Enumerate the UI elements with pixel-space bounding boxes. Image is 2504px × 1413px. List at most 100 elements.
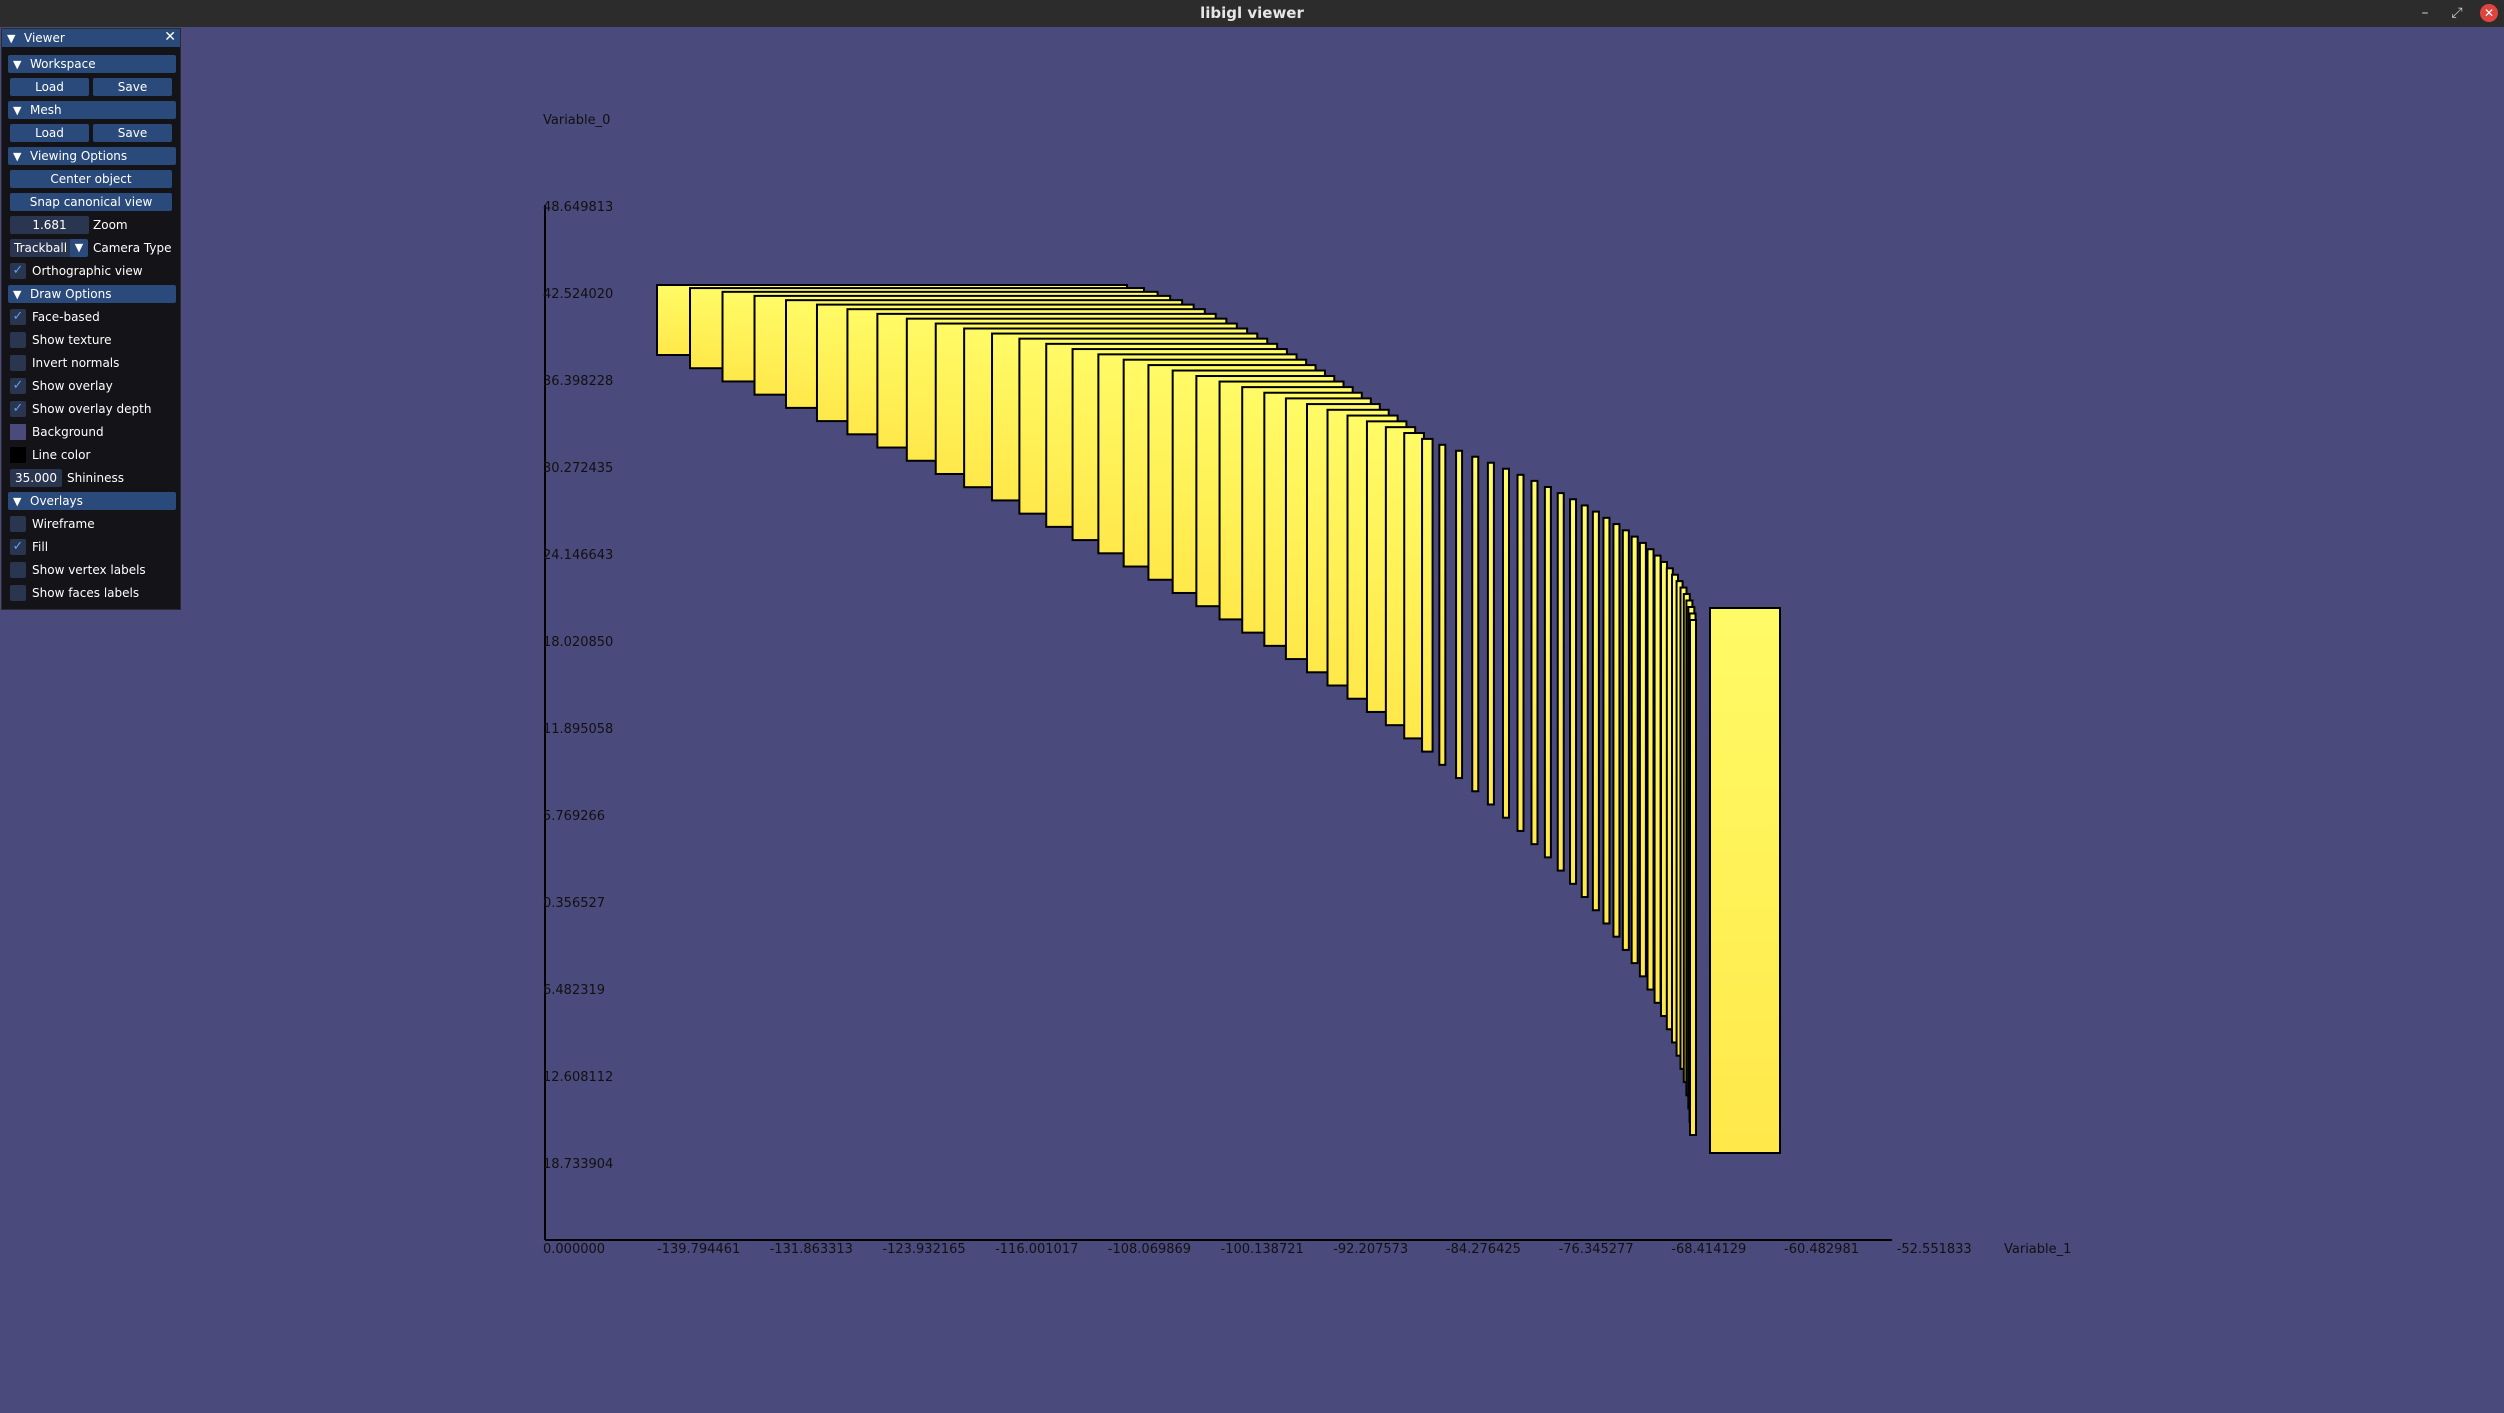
- x-tick-label: -68.414129: [1671, 1242, 1746, 1257]
- section-label: Mesh: [30, 103, 62, 117]
- bar: [1612, 523, 1621, 938]
- zoom-input[interactable]: 1.681: [10, 216, 89, 234]
- show-overlay-depth-checkbox[interactable]: ✓: [10, 401, 26, 417]
- x-tick-label: -52.551833: [1897, 1242, 1972, 1257]
- y-tick-label: 42.524020: [543, 287, 613, 302]
- panel-header[interactable]: ▼ Viewer ✕: [2, 29, 180, 47]
- orthographic-view-checkbox[interactable]: ✓: [10, 263, 26, 279]
- bar: [1403, 432, 1425, 740]
- fill-checkbox[interactable]: ✓: [10, 539, 26, 555]
- section-draw-options[interactable]: ▼ Draw Options: [8, 285, 176, 303]
- workspace-load-button[interactable]: Load: [10, 78, 89, 96]
- bar: [1621, 529, 1630, 951]
- wireframe-checkbox[interactable]: [10, 516, 26, 532]
- x-tick-label: -116.001017: [995, 1242, 1078, 1257]
- bar: [1530, 479, 1539, 846]
- y-tick-label: 30.272435: [543, 461, 613, 476]
- y-tick-label: 11.895058: [543, 722, 613, 737]
- y-tick-label: 18.020850: [543, 635, 613, 650]
- center-object-button[interactable]: Center object: [10, 170, 172, 188]
- close-panel-icon[interactable]: ✕: [164, 29, 176, 45]
- bar: [1709, 607, 1781, 1154]
- y-tick-label: 36.398228: [543, 374, 613, 389]
- x-tick-label: -100.138721: [1221, 1242, 1304, 1257]
- x-tick-label: -139.794461: [657, 1242, 740, 1257]
- x-tick-label: -123.932165: [882, 1242, 965, 1257]
- mesh-save-button[interactable]: Save: [93, 124, 172, 142]
- x-tick-label: -108.069869: [1108, 1242, 1191, 1257]
- y-tick-label: 0.356527: [543, 896, 605, 911]
- section-overlays[interactable]: ▼ Overlays: [8, 492, 176, 510]
- collapse-triangle-icon: ▼: [13, 150, 22, 163]
- show-vertex-labels-label: Show vertex labels: [32, 563, 146, 577]
- bar: [1501, 467, 1510, 819]
- y-axis-title: Variable_0: [543, 113, 610, 128]
- invert-normals-checkbox[interactable]: [10, 355, 26, 371]
- bar: [1516, 473, 1525, 832]
- shininess-input[interactable]: 35.000: [10, 469, 62, 487]
- x-axis-title: Variable_1: [2004, 1242, 2071, 1257]
- background-label: Background: [32, 425, 104, 439]
- show-texture-label: Show texture: [32, 333, 112, 347]
- x-tick-label: -60.482981: [1784, 1242, 1859, 1257]
- viewer-panel: ▼ Viewer ✕ ▼ Workspace Load Save ▼ Mesh …: [1, 28, 181, 610]
- x-tick-label: -131.863313: [770, 1242, 853, 1257]
- y-tick-label: 48.649813: [543, 200, 613, 215]
- fill-label: Fill: [32, 540, 49, 554]
- bar: [1471, 455, 1480, 793]
- wireframe-label: Wireframe: [32, 517, 95, 531]
- face-based-label: Face-based: [32, 310, 100, 324]
- section-label: Overlays: [30, 494, 83, 508]
- bar: [1602, 516, 1611, 925]
- shininess-label: Shininess: [67, 471, 124, 485]
- x-tick-label: -76.345277: [1559, 1242, 1634, 1257]
- workspace-save-button[interactable]: Save: [93, 78, 172, 96]
- show-texture-checkbox[interactable]: [10, 332, 26, 348]
- bar: [1455, 449, 1464, 780]
- line-color-swatch[interactable]: [10, 447, 26, 463]
- bar: [1543, 485, 1552, 859]
- section-workspace[interactable]: ▼ Workspace: [8, 55, 176, 73]
- section-label: Draw Options: [30, 287, 112, 301]
- bar: [1556, 492, 1565, 872]
- show-faces-labels-label: Show faces labels: [32, 586, 140, 600]
- section-viewing-options[interactable]: ▼ Viewing Options: [8, 147, 176, 165]
- camera-type-label: Camera Type: [93, 241, 172, 255]
- zoom-label: Zoom: [93, 218, 128, 232]
- section-label: Workspace: [30, 57, 96, 71]
- bar: [1591, 510, 1600, 912]
- section-label: Viewing Options: [30, 149, 128, 163]
- mesh-load-button[interactable]: Load: [10, 124, 89, 142]
- panel-title: Viewer: [24, 31, 65, 45]
- camera-type-select[interactable]: Trackball: [10, 239, 74, 257]
- origin-tick-label: 0.000000: [543, 1242, 605, 1257]
- y-tick-label: 6.482319: [543, 983, 605, 998]
- collapse-triangle-icon: ▼: [13, 495, 22, 508]
- collapse-triangle-icon: ▼: [13, 288, 22, 301]
- collapse-triangle-icon: ▼: [13, 58, 22, 71]
- show-overlay-depth-label: Show overlay depth: [32, 402, 152, 416]
- bar: [1421, 437, 1434, 753]
- snap-canonical-view-button[interactable]: Snap canonical view: [10, 193, 172, 211]
- section-mesh[interactable]: ▼ Mesh: [8, 101, 176, 119]
- x-tick-label: -84.276425: [1446, 1242, 1521, 1257]
- collapse-triangle-icon[interactable]: ▼: [7, 32, 15, 45]
- bar: [1569, 498, 1578, 885]
- show-faces-labels-checkbox[interactable]: [10, 585, 26, 601]
- show-overlay-checkbox[interactable]: ✓: [10, 378, 26, 394]
- invert-normals-label: Invert normals: [32, 356, 120, 370]
- chevron-down-icon[interactable]: ▼: [70, 239, 88, 257]
- orthographic-view-label: Orthographic view: [32, 264, 143, 278]
- show-vertex-labels-checkbox[interactable]: [10, 562, 26, 578]
- y-tick-label: 12.608112: [543, 1070, 613, 1085]
- bar: [1438, 443, 1447, 766]
- face-based-checkbox[interactable]: ✓: [10, 309, 26, 325]
- bar: [1689, 619, 1697, 1136]
- y-tick-label: 18.733904: [543, 1157, 613, 1172]
- background-color-swatch[interactable]: [10, 424, 26, 440]
- bar: [1653, 554, 1662, 1004]
- show-overlay-label: Show overlay: [32, 379, 113, 393]
- plot-canvas[interactable]: Variable_0 Variable_1 48.649813 42.524020 36…: [0, 0, 2504, 1413]
- line-color-label: Line color: [32, 448, 91, 462]
- bar: [1486, 461, 1495, 806]
